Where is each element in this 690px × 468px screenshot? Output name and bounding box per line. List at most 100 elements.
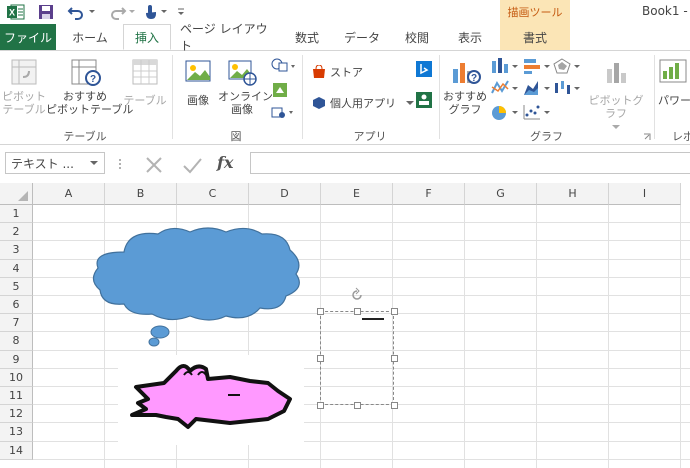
row-header-1[interactable]: 1 bbox=[0, 205, 33, 224]
recommended-pivot-label: おすすめ ピボットテーブル bbox=[46, 90, 134, 116]
scatter-chart-icon[interactable] bbox=[523, 105, 550, 120]
undo-icon[interactable] bbox=[66, 3, 88, 21]
resize-handle[interactable] bbox=[390, 354, 398, 362]
column-header-a[interactable]: A bbox=[33, 183, 105, 205]
tab-format[interactable]: 書式 bbox=[500, 24, 570, 50]
gridline bbox=[536, 205, 537, 468]
column-header-e[interactable]: E bbox=[321, 183, 393, 205]
resize-handle[interactable] bbox=[353, 401, 361, 409]
svg-text:?: ? bbox=[471, 73, 477, 84]
bing-icon bbox=[416, 61, 432, 77]
gridline bbox=[33, 458, 690, 460]
row-header-2[interactable]: 2 bbox=[0, 223, 33, 242]
row-header-6[interactable]: 6 bbox=[0, 296, 33, 315]
insert-function-button[interactable]: fx bbox=[217, 153, 241, 175]
people-graph-button[interactable] bbox=[416, 92, 432, 108]
text-box-shape[interactable] bbox=[320, 311, 394, 405]
crocodile-drawing[interactable] bbox=[118, 355, 304, 445]
title-bar: X 描画ツール Book1 - bbox=[0, 0, 690, 24]
resize-handle[interactable] bbox=[390, 401, 398, 409]
row-header-10[interactable]: 10 bbox=[0, 368, 33, 387]
tab-view[interactable]: 表示 bbox=[447, 24, 493, 50]
touch-dropdown-icon[interactable] bbox=[160, 3, 168, 21]
redo-dropdown-icon[interactable] bbox=[128, 3, 136, 21]
row-header-4[interactable]: 4 bbox=[0, 259, 33, 278]
column-header-g[interactable]: G bbox=[465, 183, 537, 205]
recommended-pivot-button[interactable]: ? おすすめ ピボットテーブル bbox=[46, 57, 134, 116]
customize-qat-icon[interactable] bbox=[176, 3, 186, 21]
picture-button[interactable]: 画像 bbox=[178, 57, 218, 107]
pie-chart-icon[interactable] bbox=[492, 106, 518, 120]
resize-handle[interactable] bbox=[316, 307, 324, 315]
column-header-f[interactable]: F bbox=[393, 183, 465, 205]
group-separator bbox=[302, 55, 303, 139]
group-label-charts: グラフ bbox=[530, 130, 563, 143]
row-header-13[interactable]: 13 bbox=[0, 423, 33, 442]
resize-handle[interactable] bbox=[390, 307, 398, 315]
redo-icon[interactable] bbox=[106, 3, 128, 21]
row-header-7[interactable]: 7 bbox=[0, 314, 33, 333]
text-cursor bbox=[362, 318, 384, 320]
rotate-handle-icon[interactable] bbox=[349, 287, 365, 303]
undo-dropdown-icon[interactable] bbox=[88, 3, 96, 21]
row-header-3[interactable]: 3 bbox=[0, 241, 33, 260]
pivot-chart-label: ピボットグラフ bbox=[588, 94, 644, 120]
tab-file[interactable]: ファイル bbox=[0, 24, 56, 50]
stock-chart-icon[interactable] bbox=[555, 81, 580, 94]
column-header-d[interactable]: D bbox=[249, 183, 321, 205]
name-box[interactable]: テキスト ... bbox=[5, 152, 105, 174]
gridline bbox=[680, 205, 681, 468]
my-apps-button[interactable]: 個人用アプリ bbox=[312, 94, 414, 112]
row-header-14[interactable]: 14 bbox=[0, 441, 33, 460]
table-label: テーブル bbox=[123, 94, 167, 107]
tab-page-layout[interactable]: ページ レイアウト bbox=[180, 22, 278, 53]
table-button[interactable]: テーブル bbox=[122, 57, 168, 107]
smartart-button[interactable] bbox=[270, 81, 296, 99]
row-header-9[interactable]: 9 bbox=[0, 350, 33, 369]
touch-mode-icon[interactable] bbox=[142, 3, 160, 21]
resize-handle[interactable] bbox=[316, 401, 324, 409]
area-chart-icon[interactable] bbox=[524, 81, 550, 95]
tab-review[interactable]: 校閲 bbox=[395, 24, 439, 50]
select-all-corner[interactable] bbox=[0, 183, 33, 205]
svg-text:?: ? bbox=[90, 74, 96, 85]
column-header-b[interactable]: B bbox=[105, 183, 177, 205]
excel-logo-icon: X bbox=[6, 3, 26, 21]
cloud-callout-shape[interactable] bbox=[86, 222, 306, 352]
row-header-8[interactable]: 8 bbox=[0, 332, 33, 351]
recommended-charts-button[interactable]: ? おすすめ グラフ bbox=[442, 57, 488, 116]
screenshot-button[interactable] bbox=[270, 103, 296, 121]
group-separator bbox=[654, 55, 655, 139]
power-view-button[interactable]: パワー bbox=[658, 57, 690, 107]
tab-formulas[interactable]: 数式 bbox=[285, 24, 329, 50]
line-chart-icon[interactable] bbox=[491, 80, 518, 94]
row-header-11[interactable]: 11 bbox=[0, 387, 33, 406]
column-header-h[interactable]: H bbox=[537, 183, 609, 205]
name-box-dropdown-icon[interactable] bbox=[90, 161, 98, 166]
row-header-5[interactable]: 5 bbox=[0, 277, 33, 296]
workbook-title: Book1 - bbox=[642, 4, 688, 18]
resize-handle[interactable] bbox=[316, 354, 324, 362]
tab-home[interactable]: ホーム bbox=[63, 24, 117, 50]
resize-handle[interactable] bbox=[353, 307, 361, 315]
bar-chart-icon[interactable] bbox=[524, 59, 550, 74]
save-icon[interactable] bbox=[36, 3, 56, 21]
column-header-i[interactable]: I bbox=[609, 183, 681, 205]
pivot-chart-button[interactable]: ピボットグラフ bbox=[584, 57, 648, 133]
cancel-entry-icon[interactable] bbox=[143, 155, 165, 175]
column-header-c[interactable]: C bbox=[177, 183, 249, 205]
column-chart-icon[interactable] bbox=[492, 58, 518, 73]
formula-input[interactable] bbox=[250, 152, 690, 174]
pivot-table-button[interactable]: ピボット テーブル bbox=[2, 57, 46, 116]
tab-data[interactable]: データ bbox=[336, 24, 388, 50]
bing-maps-button[interactable] bbox=[416, 61, 432, 77]
row-header-12[interactable]: 12 bbox=[0, 405, 33, 424]
my-apps-label: 個人用アプリ bbox=[330, 97, 396, 110]
online-picture-button[interactable]: オンライン 画像 bbox=[218, 57, 273, 116]
tab-insert[interactable]: 挿入 bbox=[123, 24, 171, 50]
charts-dialog-launcher-icon[interactable] bbox=[643, 131, 651, 140]
confirm-entry-icon[interactable] bbox=[181, 155, 203, 175]
store-button[interactable]: ストア bbox=[312, 63, 363, 81]
radar-chart-icon[interactable] bbox=[553, 58, 580, 74]
shapes-button[interactable] bbox=[270, 57, 296, 75]
